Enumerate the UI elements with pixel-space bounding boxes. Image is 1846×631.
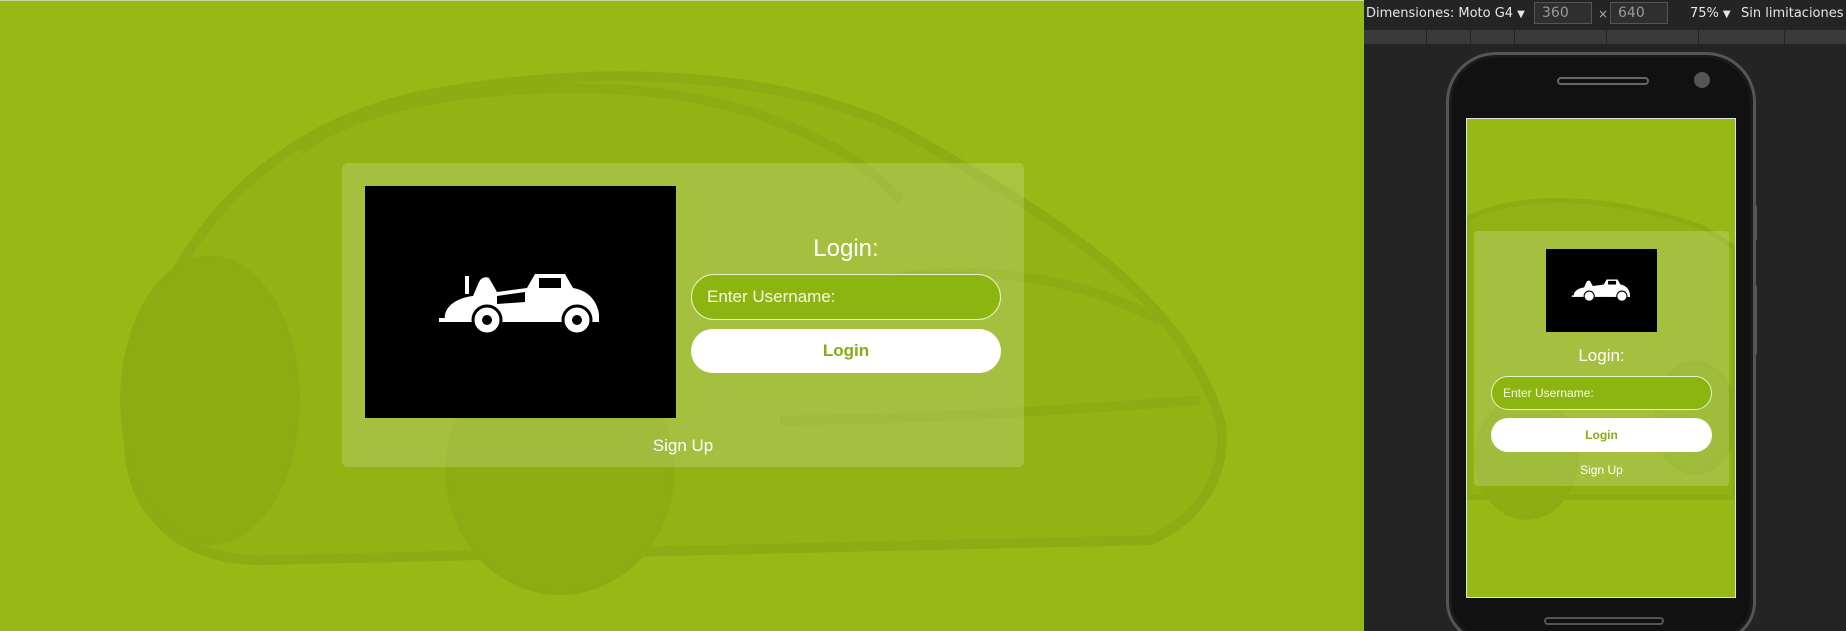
zoom-select[interactable]: 75% ▼ [1690,6,1731,21]
signup-link[interactable]: Sign Up [1474,463,1729,477]
throttling-select[interactable]: Sin limitaciones▼ [1741,6,1846,21]
device-label: Dimensiones: Moto G4 [1366,6,1514,21]
vintage-car-icon [439,274,599,336]
login-title: Login: [1578,346,1625,365]
media-query-ruler[interactable] [1364,30,1846,44]
login-button[interactable]: Login [1491,418,1712,452]
signup-link[interactable]: Sign Up [342,436,1024,456]
dimension-separator: × [1598,7,1609,21]
device-toolbar: Dimensiones: Moto G4▼ × 75%▼ Sin limitac… [1364,0,1846,28]
login-title: Login: [813,235,879,262]
power-button [1753,205,1757,241]
height-input[interactable] [1610,2,1668,24]
login-card: Login: Login Sign Up [1474,231,1729,486]
throttling-label: Sin limitaciones [1741,6,1844,21]
device-select[interactable]: Dimensiones: Moto G4 ▼ [1366,6,1525,21]
speaker-icon [1557,77,1649,85]
username-input[interactable] [691,274,1001,320]
camera-icon [1694,72,1710,88]
username-input[interactable] [1491,376,1712,410]
desktop-viewport: Login: Login Sign Up [0,0,1364,631]
devtools-device-panel: Dimensiones: Moto G4▼ × 75%▼ Sin limitac… [1364,0,1846,631]
zoom-label: 75% [1690,6,1719,21]
login-button[interactable]: Login [691,329,1001,373]
vintage-car-icon [1571,279,1630,302]
login-card: Login: Login Sign Up [342,163,1024,467]
logo-image [1546,249,1657,332]
mobile-screen: Login: Login Sign Up [1466,118,1736,598]
caret-down-icon: ▼ [1722,9,1731,20]
logo-image [365,186,676,418]
volume-button [1753,285,1757,355]
caret-down-icon: ▼ [1517,9,1525,20]
width-input[interactable] [1534,2,1592,24]
home-bar [1544,617,1664,625]
